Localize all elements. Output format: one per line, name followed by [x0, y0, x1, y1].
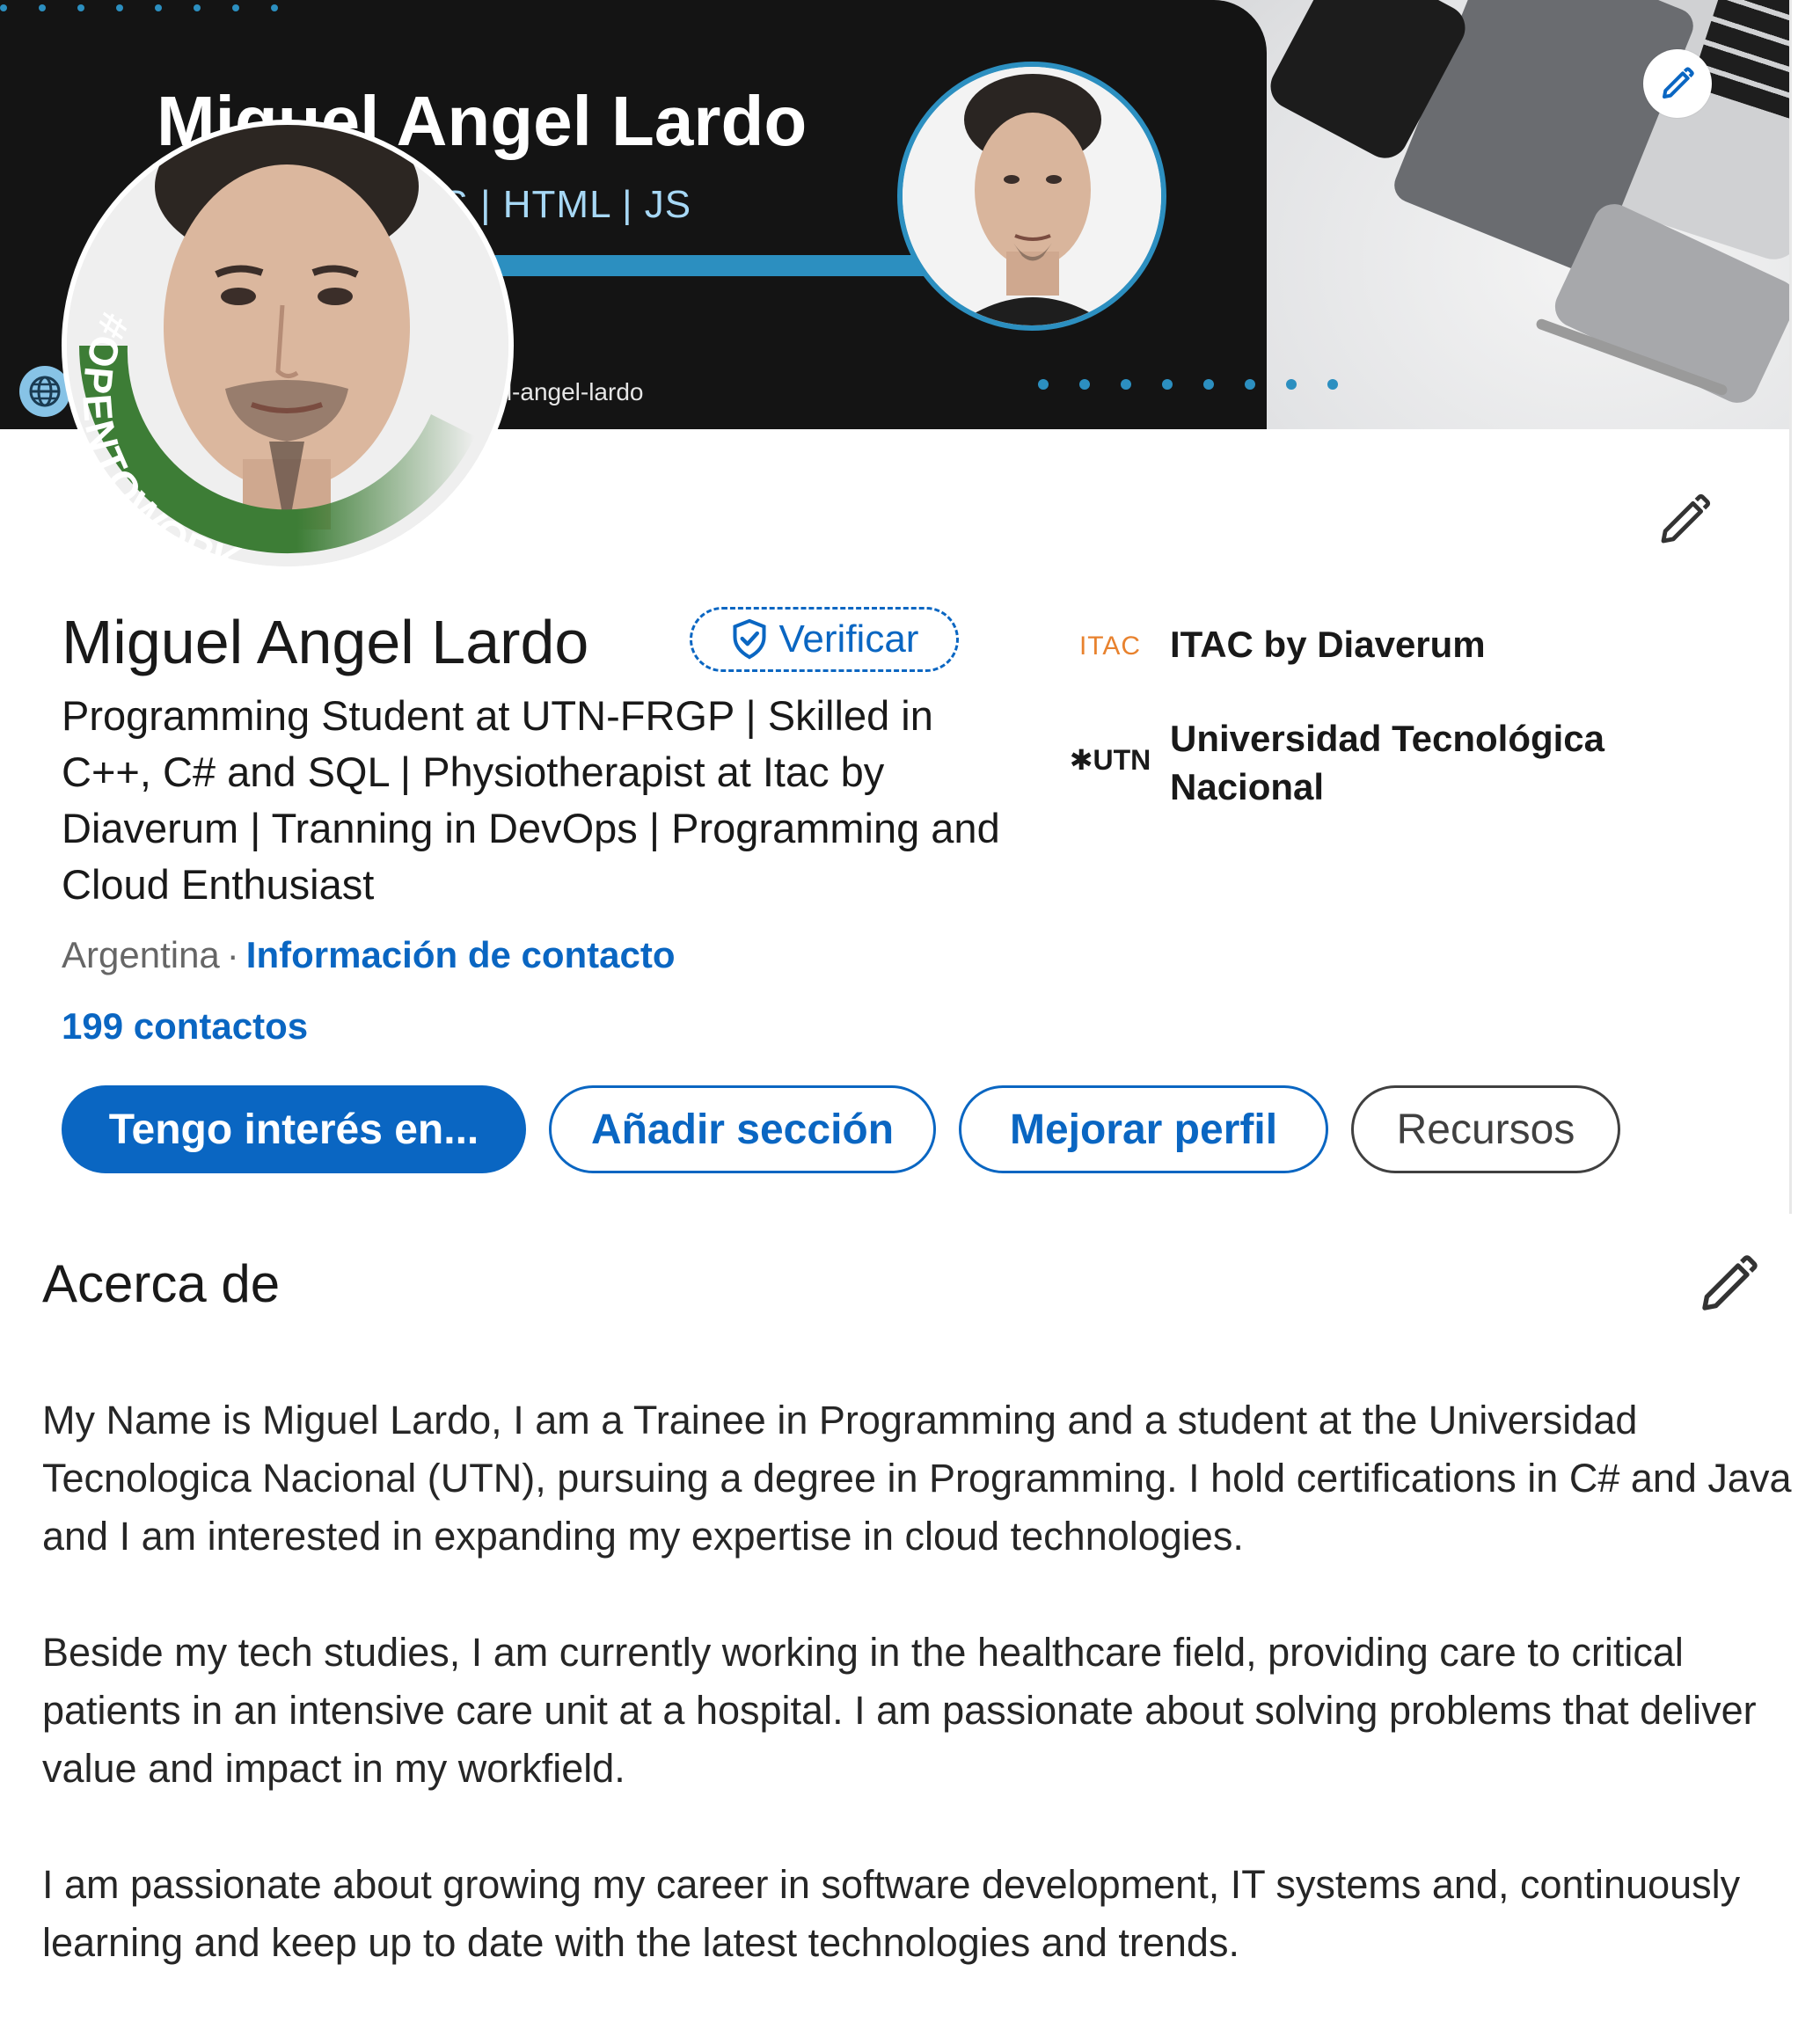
org-item-itac[interactable]: ITAC ITAC by Diaverum	[1066, 620, 1663, 673]
about-paragraph: I am passionate about growing my career …	[42, 1862, 1741, 1965]
about-paragraph: Beside my tech studies, I am currently w…	[42, 1630, 1757, 1791]
edit-banner-button[interactable]	[1643, 49, 1712, 118]
location-separator: ·	[226, 934, 239, 975]
profile-card: Miguel Angel Lardo C# | .NET | CSS | HTM…	[0, 0, 1792, 1214]
itac-logo: ITAC	[1078, 632, 1142, 661]
pencil-icon	[1663, 67, 1694, 99]
location-line: Argentina · Información de contacto	[62, 934, 676, 976]
pencil-icon	[1702, 1255, 1758, 1311]
profile-avatar[interactable]: #OPENTOWORK	[62, 120, 514, 572]
about-text: My Name is Miguel Lardo, I am a Trainee …	[42, 1391, 1793, 2030]
edit-about-button[interactable]	[1693, 1249, 1764, 1319]
resources-button[interactable]: Recursos	[1351, 1085, 1620, 1173]
enhance-profile-button[interactable]: Mejorar perfil	[959, 1085, 1328, 1173]
add-section-button[interactable]: Añadir sección	[549, 1085, 936, 1173]
profile-name: Miguel Angel Lardo	[62, 608, 589, 676]
profile-actions: Tengo interés en... Añadir sección Mejor…	[62, 1085, 1620, 1173]
banner-dots	[1038, 378, 1390, 413]
shield-check-icon	[732, 618, 766, 660]
org-name: ITAC by Diaverum	[1170, 624, 1486, 665]
open-to-work-frame: #OPENTOWORK	[74, 306, 475, 572]
verify-label: Verificar	[778, 617, 919, 661]
contact-info-link[interactable]: Información de contacto	[246, 934, 676, 975]
profile-location: Argentina	[62, 934, 220, 975]
about-paragraph: My Name is Miguel Lardo, I am a Trainee …	[42, 1398, 1792, 1559]
org-name: Universidad Tecnológica Nacional	[1170, 718, 1605, 807]
open-to-button[interactable]: Tengo interés en...	[62, 1085, 526, 1173]
org-item-utn[interactable]: ✱UTN Universidad Tecnológica Nacional	[1066, 714, 1663, 811]
utn-logo: ✱UTN	[1069, 744, 1151, 776]
edit-intro-button[interactable]	[1654, 489, 1715, 551]
pencil-icon	[1661, 493, 1711, 544]
banner-top-dots	[0, 0, 317, 11]
verify-button[interactable]: Verificar	[690, 607, 959, 672]
banner-accent-bar	[493, 255, 932, 276]
about-title: Acerca de	[42, 1254, 281, 1313]
profile-headline: Programming Student at UTN-FRGP | Skille…	[62, 692, 1000, 908]
connections-link[interactable]: 199 contactos	[62, 1005, 308, 1048]
banner-portrait-photo	[897, 62, 1166, 331]
